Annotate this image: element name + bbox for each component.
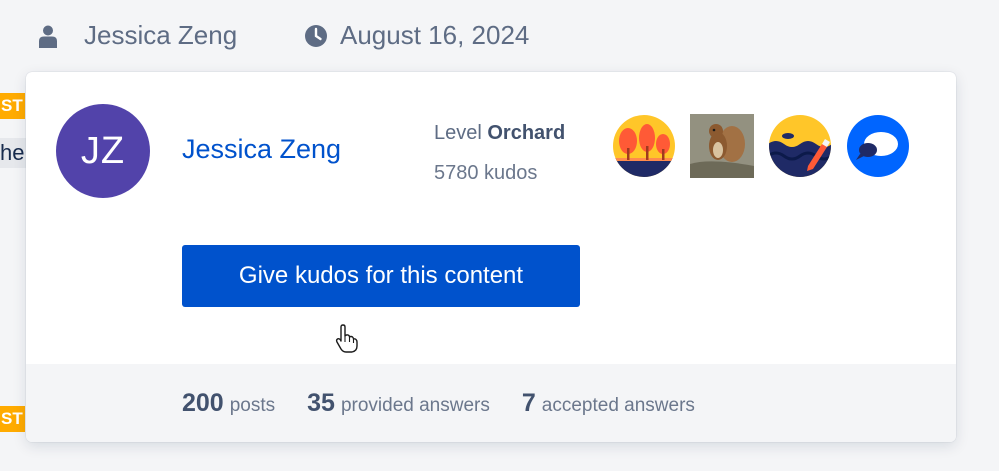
hand-pointer-cursor-icon	[335, 324, 358, 353]
squirrel-photo-badge-icon[interactable]	[690, 114, 754, 178]
background-tag: ST	[0, 406, 25, 432]
stat-provided-answers: 35 provided answers	[307, 389, 490, 418]
background-tag: ST	[0, 93, 25, 119]
stat-value: 35	[307, 388, 335, 417]
post-date: August 16, 2024	[340, 20, 530, 50]
user-stats-bar: 200 posts 35 provided answers 7 accepted an…	[26, 364, 956, 442]
badge-list	[612, 114, 910, 178]
avatar[interactable]: JZ	[56, 104, 150, 198]
clock-icon	[305, 24, 327, 47]
level-name: Orchard	[487, 122, 566, 144]
avatar-initials: JZ	[80, 129, 126, 172]
level-prefix: Level	[434, 122, 482, 144]
profile-name-link[interactable]: Jessica Zeng	[182, 134, 341, 165]
give-kudos-button[interactable]: Give kudos for this content	[182, 245, 580, 307]
stat-value: 200	[182, 388, 224, 417]
user-icon	[39, 25, 57, 48]
stat-posts: 200 posts	[182, 389, 275, 418]
author-meta[interactable]: Jessica Zeng	[36, 20, 237, 51]
orchard-trees-badge-icon[interactable]	[612, 114, 676, 178]
stat-label: accepted answers	[541, 394, 695, 416]
profile-hover-card: JZ Jessica Zeng Level Orchard 5780 kudos	[26, 72, 956, 442]
stat-value: 7	[521, 388, 536, 417]
background-text-snippet: he	[0, 138, 28, 168]
chat-bubble-badge-icon[interactable]	[846, 114, 910, 178]
stat-label: provided answers	[340, 394, 490, 416]
kudos-count: 5780 kudos	[434, 162, 538, 184]
user-level: Level Orchard	[434, 122, 565, 145]
post-meta-row: Jessica Zeng August 16, 2024	[0, 0, 999, 74]
stat-label: posts	[229, 394, 276, 416]
wave-pencil-badge-icon[interactable]	[768, 114, 832, 178]
author-name[interactable]: Jessica Zeng	[84, 20, 237, 51]
stat-accepted-answers: 7 accepted answers	[522, 389, 695, 418]
date-meta: August 16, 2024	[304, 20, 529, 51]
